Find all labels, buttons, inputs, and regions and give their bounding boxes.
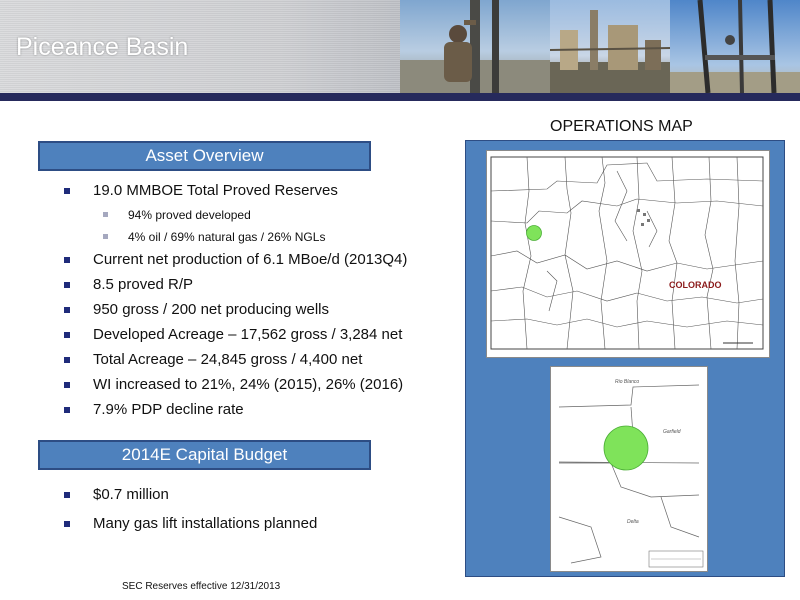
asset-location-marker [526,225,542,241]
colorado-county-map: COLORADO [486,150,770,358]
asset-location-marker [603,425,649,471]
list-item: WI increased to 21%, 24% (2015), 26% (20… [64,375,407,400]
inset-county-map: Rio Blanco Garfield Delta [550,366,708,572]
bullet-text: $0.7 million [93,486,169,503]
bullet-text: 4% oil / 69% natural gas / 26% NGLs [128,230,326,244]
bullet-marker [64,357,70,363]
bullet-marker [64,307,70,313]
asset-overview-list: 19.0 MMBOE Total Proved Reserves 94% pro… [64,181,407,425]
county-label-delta: Delta [627,519,639,525]
list-item: $0.7 million [64,485,317,514]
bullet-marker [64,282,70,288]
list-item: Many gas lift installations planned [64,514,317,539]
bullet-marker [64,521,70,527]
list-item: 4% oil / 69% natural gas / 26% NGLs [64,228,407,250]
list-item: Total Acreage – 24,845 gross / 4,400 net [64,350,407,375]
bullet-marker [64,382,70,388]
county-label-rio-blanco: Rio Blanco [615,379,639,385]
bullet-marker [64,188,70,194]
state-label: COLORADO [669,280,722,290]
header-divider [0,93,800,101]
list-item: Developed Acreage – 17,562 gross / 3,284… [64,325,407,350]
bullet-text: WI increased to 21%, 24% (2015), 26% (20… [93,376,404,393]
bullet-text: 94% proved developed [128,208,251,222]
bullet-marker [64,332,70,338]
bullet-text: 8.5 proved R/P [93,276,194,293]
bullet-text: Developed Acreage – 17,562 gross / 3,284… [93,326,403,343]
bullet-text: 7.9% PDP decline rate [93,401,244,418]
bullet-text: Many gas lift installations planned [93,515,318,532]
bullet-text: 19.0 MMBOE Total Proved Reserves [93,182,338,199]
footnote: SEC Reserves effective 12/31/2013 [122,581,281,592]
header-photo-rig-worker [400,0,550,93]
bullet-text: 950 gross / 200 net producing wells [93,301,329,318]
list-item: 7.9% PDP decline rate [64,400,407,425]
page-title: Piceance Basin [16,33,189,61]
bullet-marker [64,257,70,263]
county-label-garfield: Garfield [663,429,681,435]
bullet-marker [64,492,70,498]
list-item: Current net production of 6.1 MBoe/d (20… [64,250,407,275]
bullet-marker [64,407,70,413]
header-photo-derrick [670,0,800,93]
header-photo-plant [550,0,670,93]
list-item: 94% proved developed [64,206,407,228]
bullet-text: Current net production of 6.1 MBoe/d (20… [93,251,408,268]
capital-budget-heading: 2014E Capital Budget [38,440,371,470]
header-banner: Piceance Basin [0,0,800,93]
bullet-text: Total Acreage – 24,845 gross / 4,400 net [93,351,363,368]
capital-budget-list: $0.7 million Many gas lift installations… [64,485,317,539]
bullet-marker [103,234,108,239]
list-item: 950 gross / 200 net producing wells [64,300,407,325]
bullet-marker [103,212,108,217]
asset-overview-heading: Asset Overview [38,141,371,171]
operations-map-title: OPERATIONS MAP [550,118,693,135]
list-item: 19.0 MMBOE Total Proved Reserves [64,181,407,206]
list-item: 8.5 proved R/P [64,275,407,300]
